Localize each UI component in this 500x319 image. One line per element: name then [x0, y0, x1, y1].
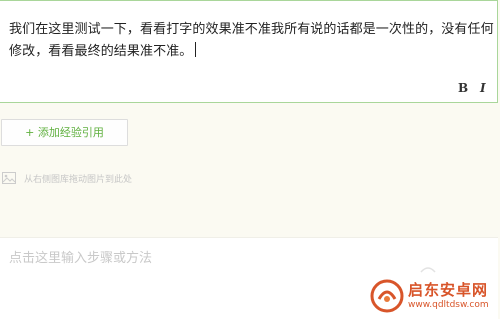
drag-hint-text: 从右侧图库拖动图片到此处 [24, 174, 133, 185]
image-drop-zone[interactable]: 从右侧图库拖动图片到此处 [2, 170, 132, 186]
editor-text: 我们在这里测试一下，看看打字的效果准不准我所有说的话都是一次性的，没有任何修改，… [9, 22, 494, 59]
watermark-url: www.qdltdsw.com [408, 300, 489, 310]
image-icon [2, 172, 16, 184]
watermark-name: 启东安卓网 [408, 281, 489, 299]
step-input-placeholder: 点击这里输入步骤或方法 [9, 251, 153, 266]
italic-button[interactable]: I [480, 81, 486, 95]
rich-text-editor[interactable]: 我们在这里测试一下，看看打字的效果准不准我所有说的话都是一次性的，没有任何修改，… [0, 0, 498, 103]
bold-button[interactable]: B [458, 81, 468, 95]
watermark-logo-icon [370, 279, 404, 313]
editor-content[interactable]: 我们在这里测试一下，看看打字的效果准不准我所有说的话都是一次性的，没有任何修改，… [9, 19, 494, 63]
watermark: 启东安卓网 www.qdltdsw.com [370, 276, 500, 316]
add-reference-button[interactable]: + 添加经验引用 [1, 119, 128, 146]
text-caret [195, 42, 197, 57]
faint-logo-icon [420, 267, 436, 273]
